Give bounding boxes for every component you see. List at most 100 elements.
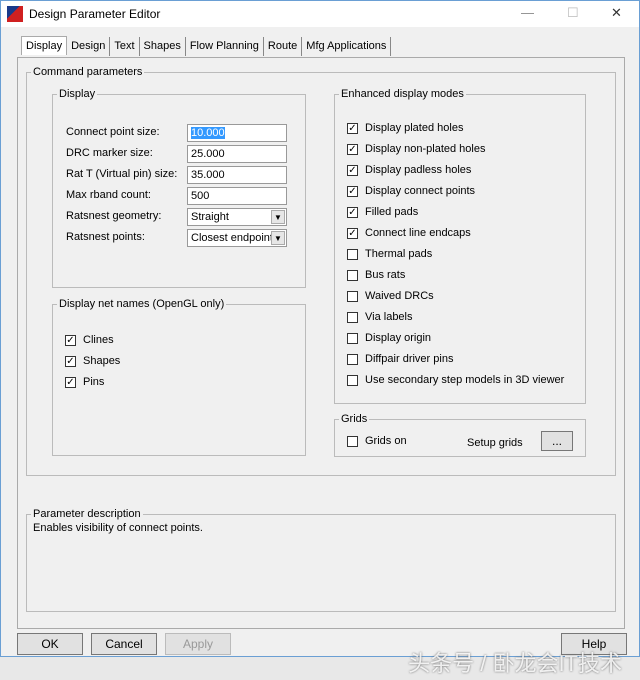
checkbox-icon: [347, 269, 358, 281]
tab-design[interactable]: Design: [67, 37, 111, 56]
checkbox-label: Via labels: [365, 311, 413, 323]
checkbox-icon: [347, 248, 358, 260]
checkbox-thermal-pads[interactable]: Thermal pads: [347, 248, 432, 260]
checkbox-bus-rats[interactable]: Bus rats: [347, 269, 405, 281]
title-bar: Design Parameter Editor — ☐ ✕: [1, 1, 639, 27]
grids-group: Grids Grids on Setup grids ...: [334, 413, 586, 457]
checkbox-label: Thermal pads: [365, 248, 433, 260]
group-title: Display net names (OpenGL only): [59, 298, 225, 310]
select-label: Ratsnest points:: [66, 231, 145, 243]
app-icon: [7, 6, 23, 22]
checkbox-label: Diffpair driver pins: [365, 353, 454, 365]
chevron-down-icon: ▼: [271, 231, 285, 245]
setup-grids-button[interactable]: ...: [541, 431, 573, 451]
checkbox-label: Connect line endcaps: [365, 227, 471, 239]
display-group: Display Connect point size: 10.000 DRC ma…: [52, 88, 306, 288]
checkbox-icon: [347, 374, 358, 386]
checkbox-clines[interactable]: ✓ Clines: [65, 334, 114, 346]
checkmark-icon: ✓: [65, 355, 76, 367]
checkbox-label: Use secondary step models in 3D viewer: [365, 374, 565, 386]
grids-on-checkbox[interactable]: Grids on: [347, 435, 407, 447]
setup-grids-label: Setup grids: [467, 437, 523, 449]
design-parameter-editor-window: Design Parameter Editor — ☐ ✕ Display Des…: [0, 0, 640, 657]
tab-shapes[interactable]: Shapes: [139, 37, 186, 56]
field-input[interactable]: 25.000: [187, 145, 287, 163]
field-input[interactable]: 10.000: [187, 124, 287, 142]
checkbox-display-padless-holes[interactable]: ✓ Display padless holes: [347, 164, 471, 176]
tab-flow-planning[interactable]: Flow Planning: [185, 37, 264, 56]
field-label: Rat T (Virtual pin) size:: [66, 168, 178, 180]
field-value: 10.000: [191, 127, 225, 139]
checkbox-display-plated-holes[interactable]: ✓ Display plated holes: [347, 122, 463, 134]
minimize-button[interactable]: —: [521, 5, 534, 20]
checkbox-label: Display origin: [365, 332, 432, 344]
checkbox-diffpair-driver-pins[interactable]: Diffpair driver pins: [347, 353, 453, 365]
checkbox-label: Display plated holes: [365, 122, 464, 134]
chevron-down-icon: ▼: [271, 210, 285, 224]
group-title: Parameter description: [33, 508, 141, 520]
tab-mfg-applications[interactable]: Mfg Applications: [302, 37, 392, 56]
checkbox-via-labels[interactable]: Via labels: [347, 311, 413, 323]
select-value: Closest endpoint: [191, 232, 273, 244]
enhanced-display-modes-group: Enhanced display modes ✓ Display plated h…: [334, 88, 586, 404]
window-title: Design Parameter Editor: [29, 7, 161, 21]
tab-text[interactable]: Text: [110, 37, 140, 56]
ok-button[interactable]: OK: [17, 633, 83, 655]
checkbox-display-non-plated-holes[interactable]: ✓ Display non-plated holes: [347, 143, 485, 155]
checkbox-icon: [347, 353, 358, 365]
group-title: Display: [59, 88, 96, 100]
checkmark-icon: ✓: [347, 227, 358, 239]
checkbox-label: Display non-plated holes: [365, 143, 486, 155]
checkmark-icon: ✓: [65, 334, 76, 346]
checkbox-waived-drcs[interactable]: Waived DRCs: [347, 290, 434, 302]
maximize-button[interactable]: ☐: [567, 5, 579, 21]
close-button[interactable]: ✕: [611, 5, 622, 21]
checkbox-label: Display connect points: [365, 185, 476, 197]
parameter-description-group: Parameter description Enables visibility…: [26, 508, 616, 612]
checkbox-pins[interactable]: ✓ Pins: [65, 376, 104, 388]
checkbox-label: Shapes: [83, 355, 121, 367]
select-dropdown[interactable]: Closest endpoint ▼: [187, 229, 287, 247]
cancel-button[interactable]: Cancel: [91, 633, 157, 655]
group-title: Grids: [341, 413, 368, 425]
checkmark-icon: ✓: [347, 143, 358, 155]
display-net-names-group: Display net names (OpenGL only) ✓ Clines ✓…: [52, 298, 306, 456]
field-label: DRC marker size:: [66, 147, 153, 159]
checkbox-display-origin[interactable]: Display origin: [347, 332, 431, 344]
checkbox-icon: [347, 290, 358, 302]
checkbox-label: Bus rats: [365, 269, 406, 281]
field-label: Connect point size:: [66, 126, 160, 138]
checkbox-label: Pins: [83, 376, 105, 388]
checkbox-filled-pads[interactable]: ✓ Filled pads: [347, 206, 418, 218]
select-value: Straight: [191, 211, 229, 223]
checkbox-shapes[interactable]: ✓ Shapes: [65, 355, 120, 367]
group-title: Enhanced display modes: [341, 88, 464, 100]
watermark: 头条号 / 卧龙会IT技术: [408, 651, 622, 676]
field-input[interactable]: 35.000: [187, 166, 287, 184]
apply-button[interactable]: Apply: [165, 633, 231, 655]
tab-route[interactable]: Route: [263, 37, 303, 56]
field-value: 500: [191, 190, 210, 202]
checkbox-label: Display padless holes: [365, 164, 472, 176]
checkmark-icon: ✓: [65, 376, 76, 388]
tab-bar: Display Design Text Shapes Flow Planning Rout…: [21, 36, 392, 56]
checkbox-connect-line-endcaps[interactable]: ✓ Connect line endcaps: [347, 227, 471, 239]
checkbox-display-connect-points[interactable]: ✓ Display connect points: [347, 185, 475, 197]
checkmark-icon: ✓: [347, 206, 358, 218]
tab-display[interactable]: Display: [21, 36, 68, 55]
checkmark-icon: ✓: [347, 164, 358, 176]
select-label: Ratsnest geometry:: [66, 210, 162, 222]
field-value: 25.000: [191, 148, 225, 160]
checkbox-label: Filled pads: [365, 206, 419, 218]
checkbox-label: Waived DRCs: [365, 290, 434, 302]
field-value: 35.000: [191, 169, 225, 181]
checkbox-label: Clines: [83, 334, 114, 346]
select-dropdown[interactable]: Straight ▼: [187, 208, 287, 226]
field-input[interactable]: 500: [187, 187, 287, 205]
checkmark-icon: ✓: [347, 185, 358, 197]
parameter-description-text: Enables visibility of connect points.: [33, 522, 203, 534]
checkmark-icon: ✓: [347, 122, 358, 134]
field-label: Max rband count:: [66, 189, 151, 201]
checkbox-use-secondary-step-models-in-3d-viewer[interactable]: Use secondary step models in 3D viewer: [347, 374, 564, 386]
display-tab-page: Command parameters Display Connect point…: [17, 57, 625, 629]
